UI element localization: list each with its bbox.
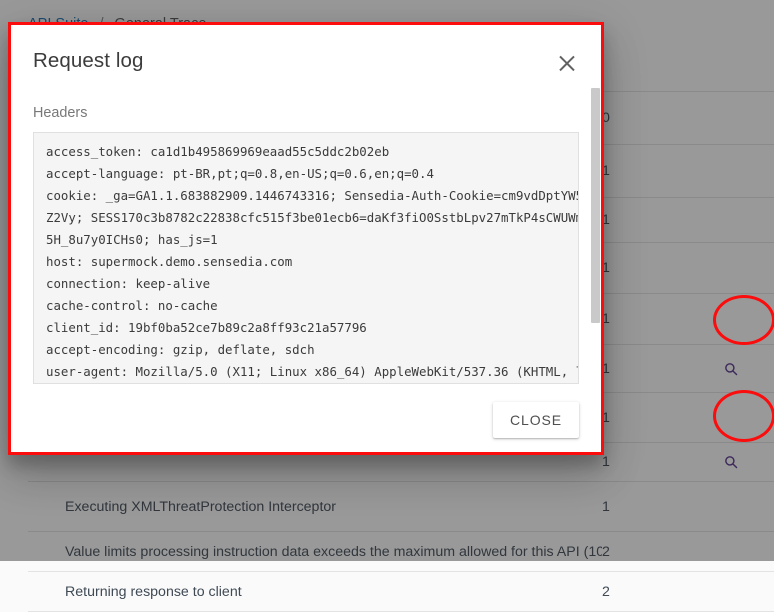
dialog-scrollbar-thumb[interactable]	[591, 88, 600, 323]
close-button[interactable]: CLOSE	[493, 402, 579, 438]
table-cell-count: 2	[602, 583, 610, 600]
table-cell-message: Returning response to client	[65, 583, 242, 600]
headers-section-label: Headers	[33, 105, 88, 121]
close-icon[interactable]	[555, 50, 579, 74]
request-log-textbox[interactable]: access_token: ca1d1b495869969eaad55c5ddc…	[33, 132, 579, 384]
dialog-footer: CLOSE	[11, 402, 601, 452]
dialog-scroll-area: Request log Headers access_token: ca1d1b…	[11, 25, 601, 402]
table-row[interactable]: Returning response to client 2	[28, 572, 774, 612]
dialog-scrollbar-track[interactable]	[590, 25, 601, 402]
dialog-header: Request log	[11, 25, 601, 74]
request-log-dialog: Request log Headers access_token: ca1d1b…	[8, 22, 604, 455]
request-log-text: access_token: ca1d1b495869969eaad55c5ddc…	[46, 144, 578, 379]
dialog-title: Request log	[33, 49, 144, 72]
